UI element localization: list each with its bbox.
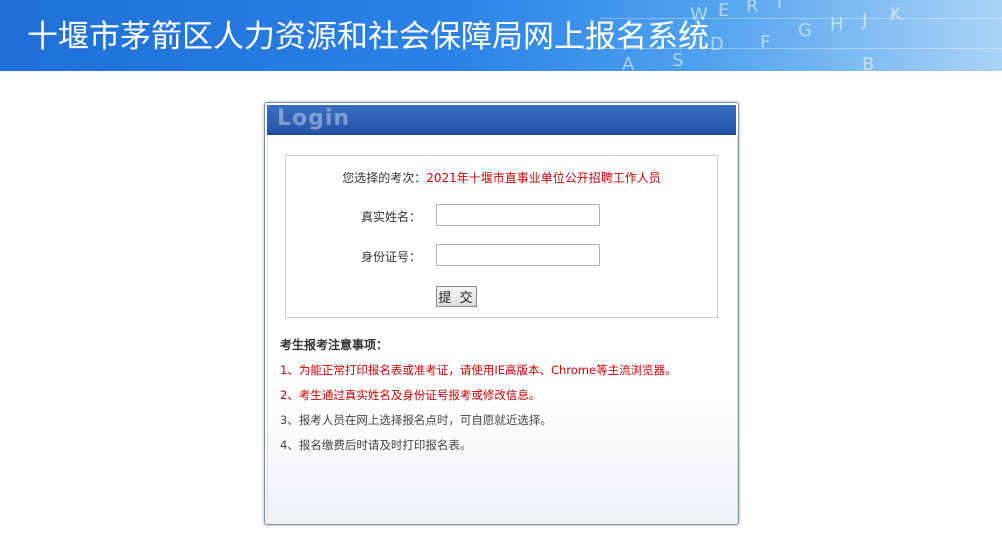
exam-name: 2021年十堰市直事业单位公开招聘工作人员 <box>426 171 661 185</box>
note-item: 2、考生通过真实姓名及身份证号报考或修改信息。 <box>280 388 541 402</box>
page-title: 十堰市茅箭区人力资源和社会保障局网上报名系统 <box>27 19 709 55</box>
notes-section: 考生报考注意事项： 1、为能正常打印报名表或准考证，请使用IE高版本、Chrom… <box>280 338 720 463</box>
name-field-label: 真实姓名： <box>360 210 421 224</box>
keyboard-key: B <box>862 54 875 71</box>
keyboard-key: K <box>890 4 902 25</box>
login-form: 您选择的考次：2021年十堰市直事业单位公开招聘工作人员 真实姓名： 身份证号：… <box>285 155 718 318</box>
login-panel-header: Login <box>267 105 736 135</box>
keyboard-key: D <box>710 34 724 55</box>
keyboard-key: F <box>760 32 771 53</box>
id-number-input[interactable] <box>436 244 600 266</box>
notes-title: 考生报考注意事项： <box>280 338 389 352</box>
real-name-input[interactable] <box>436 204 600 226</box>
login-panel-title: Login <box>277 106 351 131</box>
note-item: 3、报考人员在网上选择报名点时，可自愿就近选择。 <box>280 413 552 427</box>
note-item: 1、为能正常打印报名表或准考证，请使用IE高版本、Chrome等主流浏览器。 <box>280 363 677 377</box>
keyboard-key: H <box>830 14 844 35</box>
login-panel: Login 您选择的考次：2021年十堰市直事业单位公开招聘工作人员 真实姓名：… <box>264 102 739 525</box>
exam-selection-line: 您选择的考次：2021年十堰市直事业单位公开招聘工作人员 <box>286 169 717 186</box>
keyboard-key: G <box>798 20 812 41</box>
header-banner: W E R T G H J K D F S A B 十堰市茅箭区人力资源和社会保… <box>0 0 1002 71</box>
id-field-label: 身份证号： <box>360 250 421 264</box>
keyboard-key: A <box>622 54 635 71</box>
exam-prefix-label: 您选择的考次： <box>342 171 427 185</box>
submit-button[interactable]: 提 交 <box>436 286 477 307</box>
keyboard-key: E <box>718 0 730 21</box>
keyboard-key: R <box>746 0 759 17</box>
keyboard-key: T <box>774 0 785 13</box>
keyboard-key: J <box>862 10 868 31</box>
note-item: 4、报名缴费后时请及时打印报名表。 <box>280 438 472 452</box>
